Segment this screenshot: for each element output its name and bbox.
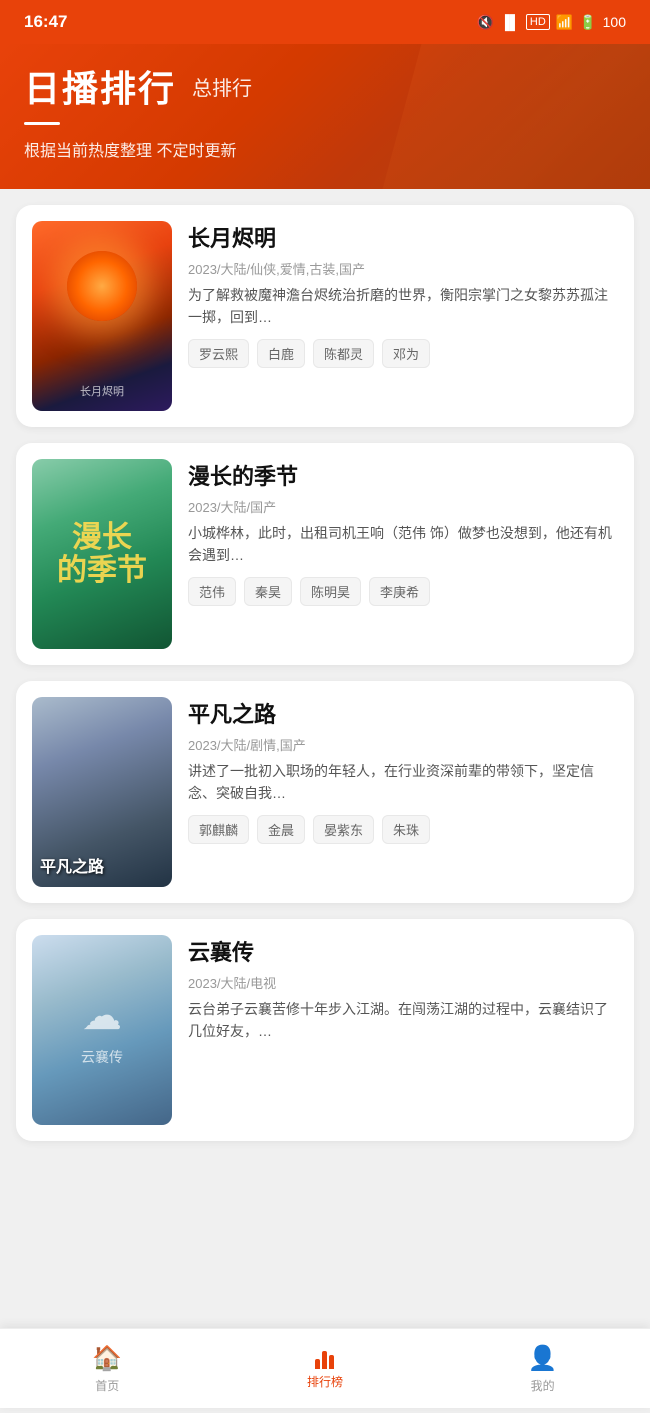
tag[interactable]: 罗云熙 [188,339,249,368]
card-info-3: 平凡之路 2023/大陆/剧情,国产 讲述了一批初入职场的年轻人，在行业资深前辈… [188,697,618,887]
tag[interactable]: 陈明昊 [300,577,361,606]
content-area: 长月烬明 长月烬明 2023/大陆/仙侠,爱情,古装,国产 为了解救被魔神澹台烬… [0,189,650,1413]
card-title: 云襄传 [188,935,618,967]
card-tags: 郭麒麟 金晨 晏紫东 朱珠 [188,815,618,844]
poster-1: 长月烬明 [32,221,172,411]
card-title: 漫长的季节 [188,459,618,491]
tag[interactable]: 秦昊 [244,577,292,606]
card-desc: 云台弟子云襄苦修十年步入江湖。在闯荡江湖的过程中，云襄结识了几位好友，… [188,998,618,1043]
bottom-navigation: 🏠 首页 排行榜 👤 我的 [0,1328,650,1408]
card-tags: 罗云熙 白鹿 陈都灵 邓为 [188,339,618,368]
card-meta: 2023/大陆/国产 [188,497,618,516]
card-info-1: 长月烬明 2023/大陆/仙侠,爱情,古装,国产 为了解救被魔神澹台烬统治折磨的… [188,221,618,411]
card-desc: 讲述了一批初入职场的年轻人，在行业资深前辈的带领下，坚定信念、突破自我… [188,760,618,805]
page-header: 日播排行 总排行 根据当前热度整理 不定时更新 [0,44,650,189]
status-time: 16:47 [24,12,67,32]
list-item[interactable]: 长月烬明 长月烬明 2023/大陆/仙侠,爱情,古装,国产 为了解救被魔神澹台烬… [16,205,634,427]
nav-label-mine: 我的 [531,1377,555,1394]
card-desc: 小城桦林，此时，出租司机王响（范伟 饰）做梦也没想到，他还有机会遇到… [188,522,618,567]
card-meta: 2023/大陆/剧情,国产 [188,735,618,754]
page-main-title: 日播排行 [24,60,176,112]
signal-icon: ▐▌ [500,14,520,30]
header-title-row: 日播排行 总排行 [24,60,626,112]
hd-badge: HD [526,14,550,30]
nav-item-ranking[interactable]: 排行榜 [307,1347,343,1390]
tag[interactable]: 朱珠 [382,815,430,844]
nav-label-ranking: 排行榜 [307,1373,343,1390]
poster-4-placeholder: ☁ 云襄传 [81,993,123,1067]
ranking-icon [315,1347,334,1369]
poster-glow [67,251,137,321]
poster-4: ☁ 云襄传 [32,935,172,1125]
mute-icon: 🔇 [477,14,494,31]
tag[interactable]: 郭麒麟 [188,815,249,844]
list-item[interactable]: ☁ 云襄传 云襄传 2023/大陆/电视 云台弟子云襄苦修十年步入江湖。在闯荡江… [16,919,634,1141]
list-item[interactable]: 漫长的季节 漫长的季节 2023/大陆/国产 小城桦林，此时，出租司机王响（范伟… [16,443,634,665]
list-item[interactable]: 平凡之路 平凡之路 2023/大陆/剧情,国产 讲述了一批初入职场的年轻人，在行… [16,681,634,903]
card-tags: 范伟 秦昊 陈明昊 李庚希 [188,577,618,606]
status-bar: 16:47 🔇 ▐▌ HD 📶 🔋 100 [0,0,650,44]
poster-2-overlay: 漫长的季节 [57,521,147,587]
tag[interactable]: 金晨 [257,815,305,844]
card-meta: 2023/大陆/电视 [188,973,618,992]
card-info-4: 云襄传 2023/大陆/电视 云台弟子云襄苦修十年步入江湖。在闯荡江湖的过程中，… [188,935,618,1125]
poster-3-text: 平凡之路 [40,853,104,877]
nav-item-mine[interactable]: 👤 我的 [528,1344,558,1394]
poster-3: 平凡之路 [32,697,172,887]
tag[interactable]: 邓为 [382,339,430,368]
home-icon: 🏠 [92,1344,122,1373]
card-desc: 为了解救被魔神澹台烬统治折磨的世界，衡阳宗掌门之女黎苏苏孤注一掷，回到… [188,284,618,329]
card-title: 长月烬明 [188,221,618,253]
tag[interactable]: 晏紫东 [313,815,374,844]
nav-label-home: 首页 [95,1377,119,1394]
poster-2: 漫长的季节 [32,459,172,649]
card-meta: 2023/大陆/仙侠,爱情,古装,国产 [188,259,618,278]
battery-level: 100 [603,14,626,30]
tag[interactable]: 范伟 [188,577,236,606]
poster-1-text: 长月烬明 [80,383,124,399]
header-divider [24,122,60,125]
battery-icon: 🔋 [579,14,596,31]
wifi-icon: 📶 [556,14,573,31]
tag[interactable]: 陈都灵 [313,339,374,368]
nav-item-home[interactable]: 🏠 首页 [92,1344,122,1394]
card-title: 平凡之路 [188,697,618,729]
tag[interactable]: 李庚希 [369,577,430,606]
status-icons: 🔇 ▐▌ HD 📶 🔋 100 [477,14,626,31]
tag[interactable]: 白鹿 [257,339,305,368]
user-icon: 👤 [528,1344,558,1373]
header-description: 根据当前热度整理 不定时更新 [24,143,236,160]
page-sub-title: 总排行 [192,72,252,101]
card-info-2: 漫长的季节 2023/大陆/国产 小城桦林，此时，出租司机王响（范伟 饰）做梦也… [188,459,618,649]
